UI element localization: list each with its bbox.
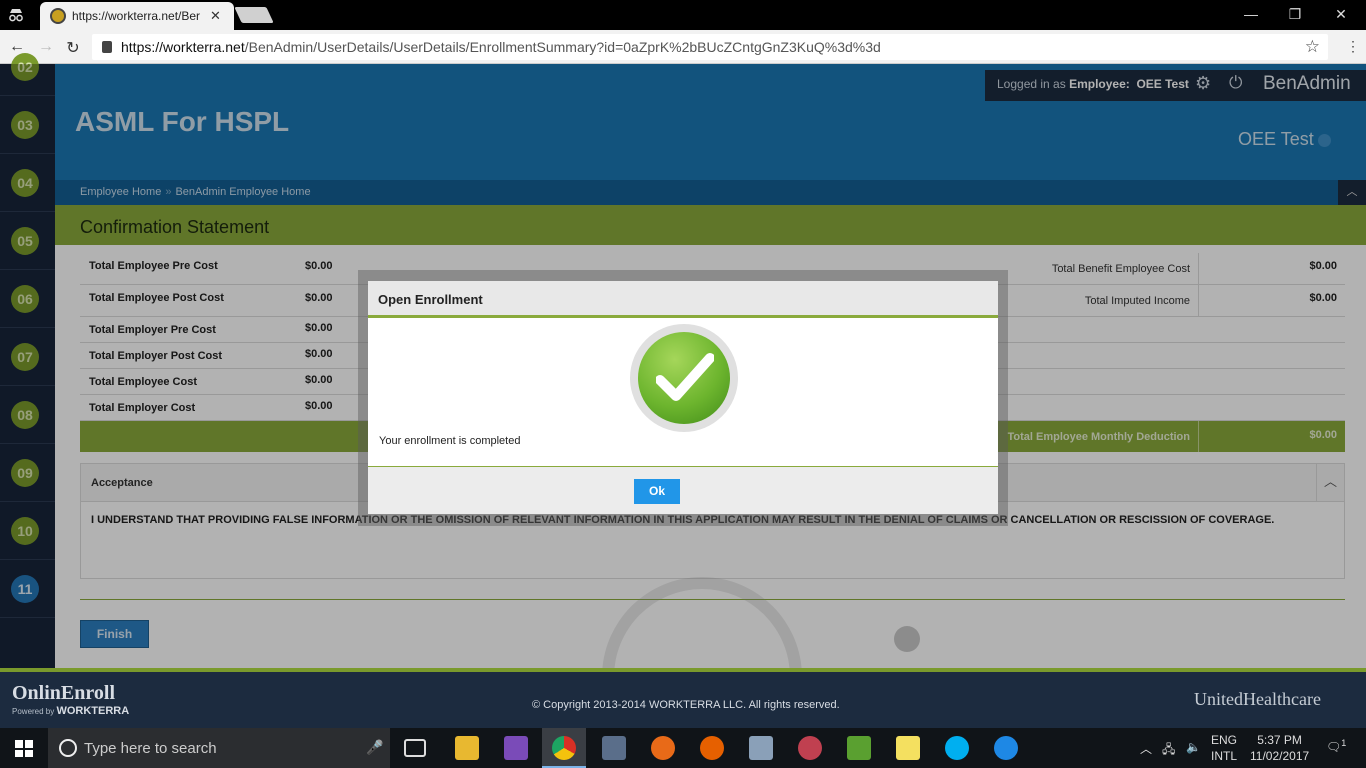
site-favicon-icon <box>50 8 66 24</box>
url-text: https://workterra.net/BenAdmin/UserDetai… <box>121 39 881 55</box>
dialog-footer: Ok <box>368 466 998 514</box>
copyright-text: © Copyright 2013-2014 WORKTERRA LLC. All… <box>532 699 840 711</box>
visual-studio-icon[interactable] <box>504 736 528 760</box>
cortana-icon <box>59 739 77 757</box>
restore-icon[interactable]: ❐ <box>1272 6 1318 23</box>
browser-tabbar: https://workterra.net/Ber ✕ — ❐ ✕ <box>0 0 1366 30</box>
windows-taskbar: Type here to search 🎤 ︿ 🖧 🔈 ENG INTL 5:3… <box>0 728 1366 768</box>
sticky-notes-icon[interactable] <box>896 736 920 760</box>
notepad-plus-icon[interactable] <box>847 736 871 760</box>
incognito-icon <box>8 8 24 22</box>
taskbar-search[interactable]: Type here to search 🎤 <box>48 728 390 768</box>
app-icon[interactable] <box>749 736 773 760</box>
microphone-icon[interactable]: 🎤 <box>366 739 383 756</box>
tab-title: https://workterra.net/Ber <box>72 9 201 23</box>
file-explorer-icon[interactable] <box>455 736 479 760</box>
new-tab-button[interactable] <box>234 7 274 23</box>
browser-menu-icon[interactable]: ⋮ <box>1346 38 1360 55</box>
windows-start-icon[interactable] <box>15 740 33 757</box>
action-center-icon[interactable]: 🗨1 <box>1326 738 1346 754</box>
bookmark-star-icon[interactable]: ☆ <box>1305 37 1320 57</box>
task-view-icon[interactable] <box>404 739 426 757</box>
tray-chevron-icon[interactable]: ︿ <box>1140 740 1152 757</box>
browser-toolbar: ← → ↻ https://workterra.net/BenAdmin/Use… <box>0 30 1366 64</box>
minimize-icon[interactable]: — <box>1228 6 1274 22</box>
firefox-icon[interactable] <box>700 736 724 760</box>
internet-explorer-icon[interactable] <box>994 736 1018 760</box>
onlinenroll-logo: OnlinEnroll Powered by WORKTERRA <box>12 682 130 717</box>
network-icon[interactable]: 🖧 <box>1162 740 1175 761</box>
address-bar[interactable]: https://workterra.net/BenAdmin/UserDetai… <box>92 34 1328 60</box>
paint-icon[interactable] <box>798 736 822 760</box>
search-placeholder: Type here to search <box>84 740 217 757</box>
close-window-icon[interactable]: ✕ <box>1318 6 1364 23</box>
page-footer: OnlinEnroll Powered by WORKTERRA © Copyr… <box>0 668 1366 728</box>
unitedhealthcare-logo: UnitedHealthcare <box>1194 689 1321 709</box>
tool-icon[interactable] <box>602 736 626 760</box>
taskbar-clock[interactable]: 5:37 PM 11/02/2017 <box>1250 732 1309 764</box>
success-check-icon <box>630 324 738 432</box>
volume-icon[interactable]: 🔈 <box>1186 740 1201 754</box>
close-tab-icon[interactable]: ✕ <box>210 8 221 24</box>
skype-icon[interactable] <box>945 736 969 760</box>
dialog-message: Your enrollment is completed <box>379 435 521 447</box>
reload-icon[interactable]: ↻ <box>63 38 83 58</box>
app-flame-icon[interactable] <box>651 736 675 760</box>
enrollment-complete-dialog: Open Enrollment Your enrollment is compl… <box>368 281 998 514</box>
chrome-icon[interactable] <box>552 736 576 760</box>
ok-button[interactable]: Ok <box>634 479 680 504</box>
browser-tab[interactable]: https://workterra.net/Ber ✕ <box>40 2 234 30</box>
dialog-header: Open Enrollment <box>368 281 998 318</box>
lock-icon <box>102 41 112 53</box>
language-indicator[interactable]: ENG INTL <box>1211 732 1237 764</box>
dialog-title: Open Enrollment <box>378 292 483 307</box>
